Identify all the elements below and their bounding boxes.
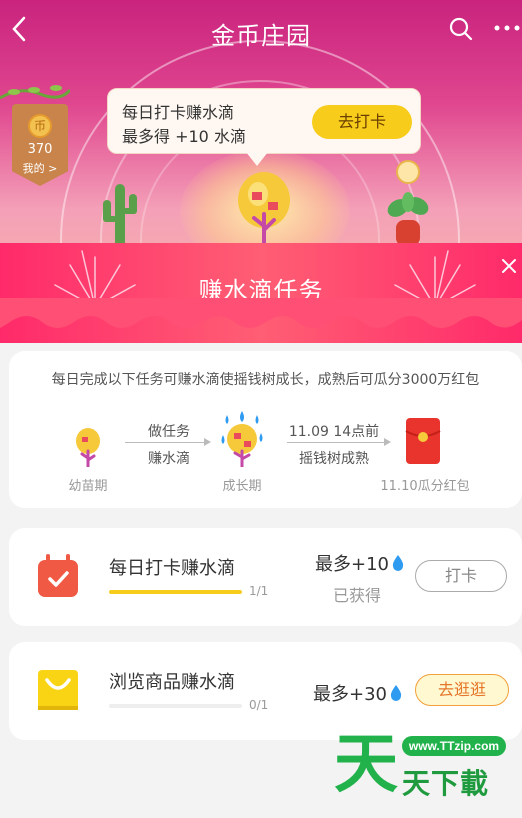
money-tree-icon[interactable] [232, 170, 296, 246]
stage-label: 幼苗期 [68, 479, 108, 494]
coin-count: 370 [27, 142, 53, 157]
close-icon[interactable] [500, 257, 522, 279]
water-drop-badge-icon[interactable] [396, 160, 420, 184]
water-drop-icon [390, 685, 402, 701]
task-reward: 最多+10 [315, 550, 405, 576]
go-checkin-button[interactable]: 去打卡 [312, 105, 412, 139]
arrow-top-label: 做任务 [148, 424, 190, 440]
more-icon[interactable] [492, 18, 522, 38]
task-card-checkin: 每日打卡赚水滴 1/1 最多+10 已获得 打卡 [9, 528, 522, 626]
arrow-head [204, 438, 211, 446]
my-coins-link[interactable]: 我的 > [12, 160, 68, 176]
seedling-tree-icon [76, 428, 100, 467]
growing-tree-icon [221, 411, 263, 467]
task-progress-text: 1/1 [249, 584, 269, 598]
task-name: 浏览商品赚水滴 [109, 672, 235, 693]
task-status: 已获得 [333, 586, 382, 605]
page-title: 金币庄园 [211, 22, 311, 50]
watermark-big-char: 天 [334, 728, 398, 802]
task-progress-fill [109, 590, 242, 594]
task-reward: 最多+30 [313, 680, 403, 706]
search-icon[interactable] [448, 16, 474, 42]
stage-label: 11.10瓜分红包 [380, 479, 470, 494]
checkin-button[interactable]: 打卡 [415, 560, 507, 592]
wave-divider [0, 298, 522, 328]
task-reward-text: 最多+30 [313, 684, 387, 705]
task-name: 每日打卡赚水滴 [109, 558, 235, 579]
checkin-prompt-bubble: 每日打卡赚水滴 最多得 +10 水滴 去打卡 [107, 88, 421, 154]
task-card-browse: 浏览商品赚水滴 0/1 最多+30 去逛逛 [9, 642, 522, 740]
stage-label: 成长期 [222, 479, 262, 494]
task-progress-text: 0/1 [249, 698, 269, 712]
site-watermark: 天 www.TTzip.com 天下載 [330, 728, 522, 818]
arrow-head [384, 438, 391, 446]
task-progress-bar [109, 590, 242, 594]
task-reward-text: 最多+10 [315, 554, 389, 575]
go-browse-button[interactable]: 去逛逛 [415, 674, 509, 706]
vine-decoration [0, 85, 70, 100]
red-envelope-icon [405, 418, 441, 464]
arrow-bottom-label: 摇钱树成熟 [299, 451, 369, 467]
calendar-check-icon [38, 554, 78, 597]
watermark-url: www.TTzip.com [402, 736, 506, 756]
bubble-title: 每日打卡赚水滴 [122, 103, 235, 122]
water-drop-icon [392, 555, 404, 571]
coin-balance-banner[interactable]: 币 370 我的 > [12, 104, 68, 186]
growth-info-card: 每日完成以下任务可赚水滴使摇钱树成长，成熟后可瓜分3000万红包 幼苗期 做任务… [9, 351, 522, 508]
arrow-bottom-label: 赚水滴 [148, 451, 190, 467]
bubble-subtitle: 最多得 +10 水滴 [122, 127, 246, 146]
coin-icon: 币 [28, 114, 52, 138]
arrow-line [125, 442, 205, 443]
arrow-top-label: 11.09 14点前 [288, 424, 380, 440]
arrow-line [287, 442, 385, 443]
watermark-text: 天下載 [402, 767, 490, 800]
task-progress-bar [109, 704, 242, 708]
shopping-bag-icon [38, 670, 78, 710]
info-description: 每日完成以下任务可赚水滴使摇钱树成长，成熟后可瓜分3000万红包 [51, 372, 480, 388]
